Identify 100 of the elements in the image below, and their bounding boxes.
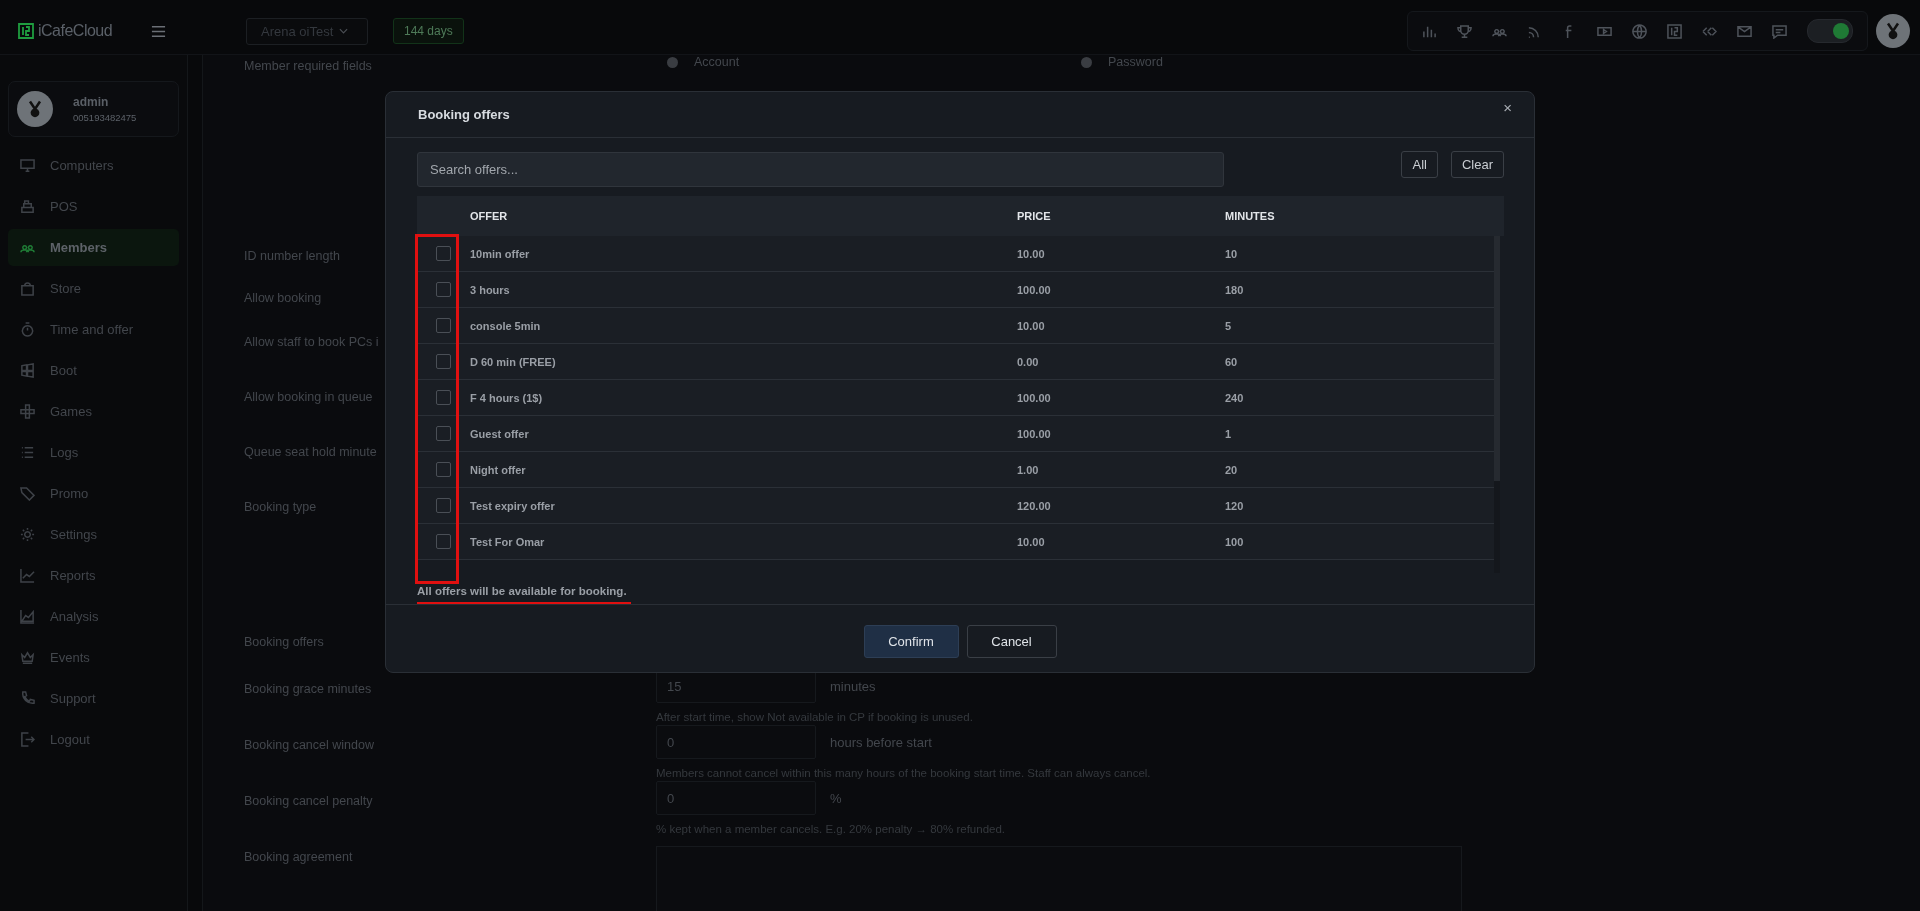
nav-item[interactable]: POS	[8, 188, 179, 225]
nav-item[interactable]: Members	[8, 229, 179, 266]
table-cell-text: Night offer	[470, 463, 527, 476]
setting-label: Booking grace minutes	[244, 682, 372, 696]
radio-label: Password	[1108, 55, 1163, 69]
table-cell-text: 3 hours	[470, 283, 511, 296]
clear-button[interactable]: Clear	[1450, 151, 1504, 178]
table-cell-text: Test For Omar	[470, 535, 546, 548]
setting-label: Booking cancel penalty	[244, 794, 373, 808]
setting-label: Queue seat hold minute	[244, 445, 377, 459]
table-cell-text: D 60 min (FREE)	[470, 355, 557, 368]
logout-icon	[20, 732, 35, 747]
trophy-icon[interactable]	[1457, 23, 1472, 39]
chat-icon[interactable]	[1772, 23, 1787, 39]
avatar-icon	[17, 91, 53, 127]
nav-item[interactable]: Store	[8, 270, 179, 307]
line-chart-icon	[20, 568, 35, 583]
radio-button[interactable]	[1081, 56, 1092, 68]
select-all-button[interactable]: All	[1401, 151, 1438, 178]
phone-icon	[20, 691, 35, 706]
theme-toggle[interactable]	[1807, 19, 1853, 43]
table-cell-text: 5	[1225, 319, 1233, 332]
stopwatch-icon	[20, 322, 35, 337]
table-cell-text: 120.00	[1017, 499, 1052, 512]
table-cell-text: Guest offer	[470, 427, 530, 440]
checkbox[interactable]	[436, 246, 451, 261]
scrollbar[interactable]	[1494, 236, 1500, 573]
table-cell-text: 0.00	[1017, 355, 1040, 368]
unit-label: hours before start	[830, 734, 932, 750]
checkbox[interactable]	[436, 282, 451, 297]
mail-icon[interactable]	[1737, 23, 1752, 39]
setting-label: ID number length	[244, 249, 340, 263]
nav-item[interactable]: Games	[8, 393, 179, 430]
setting-label: Booking offers	[244, 635, 324, 649]
table-cell-text: 60	[1225, 355, 1239, 368]
table-cell-text: Test expiry offer	[470, 499, 556, 512]
table-cell-text: 100.00	[1017, 391, 1052, 404]
confirm-button[interactable]: Confirm	[863, 624, 959, 658]
number-field[interactable]: 0	[656, 781, 816, 815]
radio-button[interactable]	[667, 56, 678, 68]
cash-register-icon	[20, 199, 35, 214]
nav-item[interactable]: Reports	[8, 557, 179, 594]
checkbox[interactable]	[436, 318, 451, 333]
logo-text: iCafeCloud	[38, 22, 113, 40]
nav-item[interactable]: Analysis	[8, 598, 179, 635]
user-name: admin	[73, 95, 110, 109]
logo-icon	[18, 23, 34, 39]
settings-icon	[20, 527, 35, 542]
setting-label: Booking cancel window	[244, 738, 374, 752]
table-cell-text: 240	[1225, 391, 1245, 404]
windows-icon	[20, 363, 35, 378]
nav-item[interactable]: Settings	[8, 516, 179, 553]
license-badge: 144 days	[393, 18, 464, 44]
dialog-title: Booking offers	[418, 107, 510, 122]
nav-item[interactable]: Time and offer	[8, 311, 179, 348]
caret-icon	[339, 28, 349, 34]
checkbox[interactable]	[436, 426, 451, 441]
unit-label: %	[830, 790, 842, 806]
tag-icon	[20, 486, 35, 501]
table-cell-text: 20	[1225, 463, 1239, 476]
setting-label: Booking agreement	[244, 850, 353, 864]
nav-item[interactable]: Logs	[8, 434, 179, 471]
nav-item[interactable]: Events	[8, 639, 179, 676]
app-logo-icon[interactable]	[1667, 23, 1682, 39]
checkbox[interactable]	[436, 354, 451, 369]
crown-icon	[20, 650, 35, 665]
table-cell-text: 10.00	[1017, 319, 1046, 332]
radio-label: Account	[694, 55, 740, 69]
user-id: 005193482475	[73, 112, 137, 123]
nav-item[interactable]: Logout	[8, 721, 179, 758]
avatar-icon[interactable]	[1876, 14, 1910, 48]
setting-label: Allow booking	[244, 291, 322, 305]
note-text: All offers will be available for booking.	[417, 585, 628, 597]
gamepad-icon	[20, 404, 35, 419]
setting-label: Booking type	[244, 500, 317, 514]
table-cell-text: 100.00	[1017, 283, 1052, 296]
nav-item[interactable]: Promo	[8, 475, 179, 512]
area-chart-icon	[20, 609, 35, 624]
checkbox[interactable]	[436, 534, 451, 549]
nav-item[interactable]: Computers	[8, 147, 179, 184]
table-cell-text: 10min offer	[470, 247, 531, 260]
nav-item[interactable]: Boot	[8, 352, 179, 389]
checkbox[interactable]	[436, 462, 451, 477]
close-button[interactable]: ×	[1499, 99, 1516, 116]
table-cell-text: 120	[1225, 499, 1245, 512]
unit-label: minutes	[830, 678, 876, 694]
checkbox[interactable]	[436, 498, 451, 513]
table-cell-text: 10.00	[1017, 535, 1046, 548]
column-header: MINUTES	[1225, 210, 1276, 222]
column-header: PRICE	[1017, 210, 1052, 222]
number-field[interactable]: 0	[656, 725, 816, 759]
search-field[interactable]: Search offers...	[417, 152, 1224, 187]
table-cell-text: 100	[1225, 535, 1245, 548]
cancel-button[interactable]: Cancel	[966, 624, 1057, 658]
menu-icon[interactable]	[151, 23, 166, 39]
table-cell-text: console 5min	[470, 319, 542, 332]
checkbox[interactable]	[436, 390, 451, 405]
nav-item[interactable]: Support	[8, 680, 179, 717]
globe-icon[interactable]	[1632, 23, 1647, 39]
bag-icon	[20, 281, 35, 296]
